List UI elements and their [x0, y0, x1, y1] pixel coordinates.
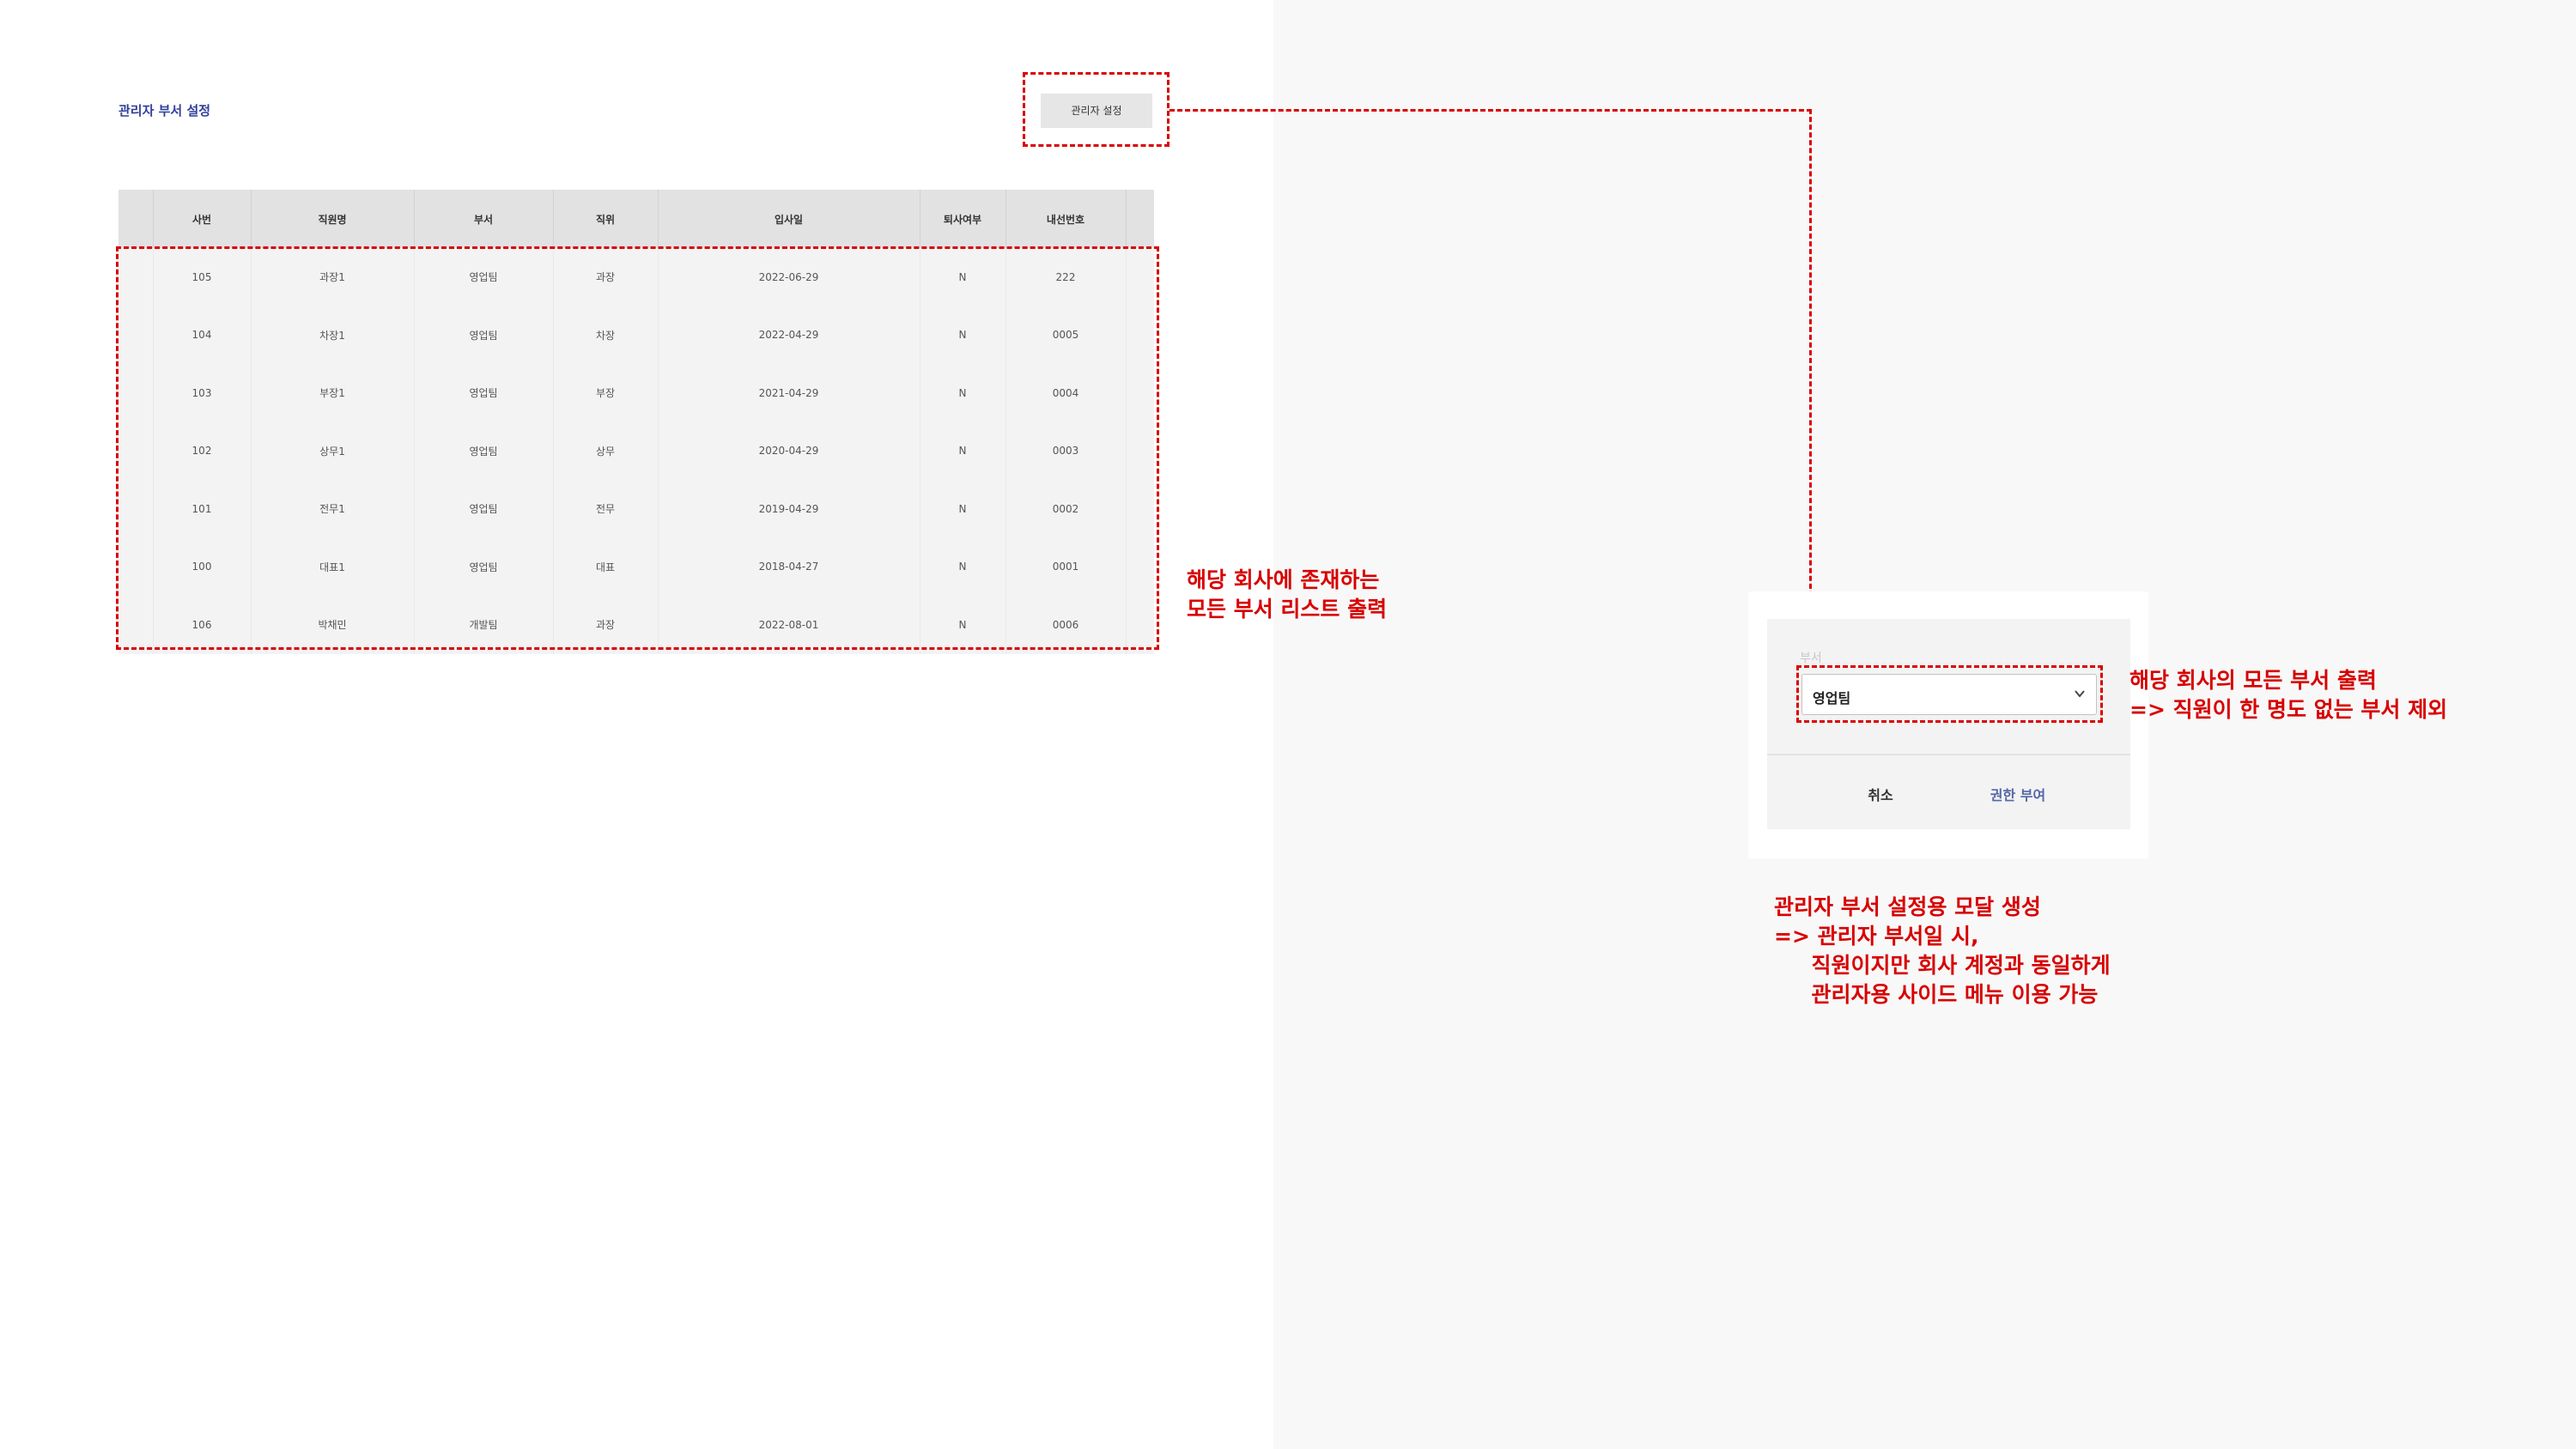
connector-horizontal-line [1170, 109, 1812, 112]
table-rows-highlight [116, 246, 1159, 650]
header-department[interactable]: 부서 [414, 190, 554, 248]
header-employee-id[interactable]: 사번 [153, 190, 252, 248]
select-highlight [1796, 665, 2103, 723]
modal-annotation: 관리자 부서 설정용 모달 생성 => 관리자 부서일 시, 직원이지만 회사 … [1774, 894, 2111, 1007]
department-field-label: 부서 [1800, 652, 1822, 665]
modal-divider [1767, 754, 2130, 755]
table-header-spacer [118, 190, 154, 248]
header-position[interactable]: 직위 [553, 190, 659, 248]
table-header-spacer [1126, 190, 1154, 248]
header-extension[interactable]: 내선번호 [1005, 190, 1127, 248]
connector-vertical-line [1809, 109, 1812, 612]
grant-permission-button[interactable]: 권한 부여 [1975, 781, 2061, 807]
header-resigned[interactable]: 퇴사여부 [920, 190, 1006, 248]
header-hire-date[interactable]: 입사일 [658, 190, 920, 248]
admin-button-highlight [1023, 72, 1170, 147]
list-annotation: 해당 회사에 존재하는 모든 부서 리스트 출력 [1187, 567, 1388, 621]
select-annotation: 해당 회사의 모든 부서 출력 => 직원이 한 명도 없는 부서 제외 [2129, 668, 2448, 722]
header-employee-name[interactable]: 직원명 [251, 190, 415, 248]
cancel-button[interactable]: 취소 [1855, 781, 1906, 807]
table-header-row: 사번 직원명 부서 직위 입사일 퇴사여부 내선번호 [118, 190, 1154, 248]
page-title: 관리자 부서 설정 [118, 103, 211, 118]
